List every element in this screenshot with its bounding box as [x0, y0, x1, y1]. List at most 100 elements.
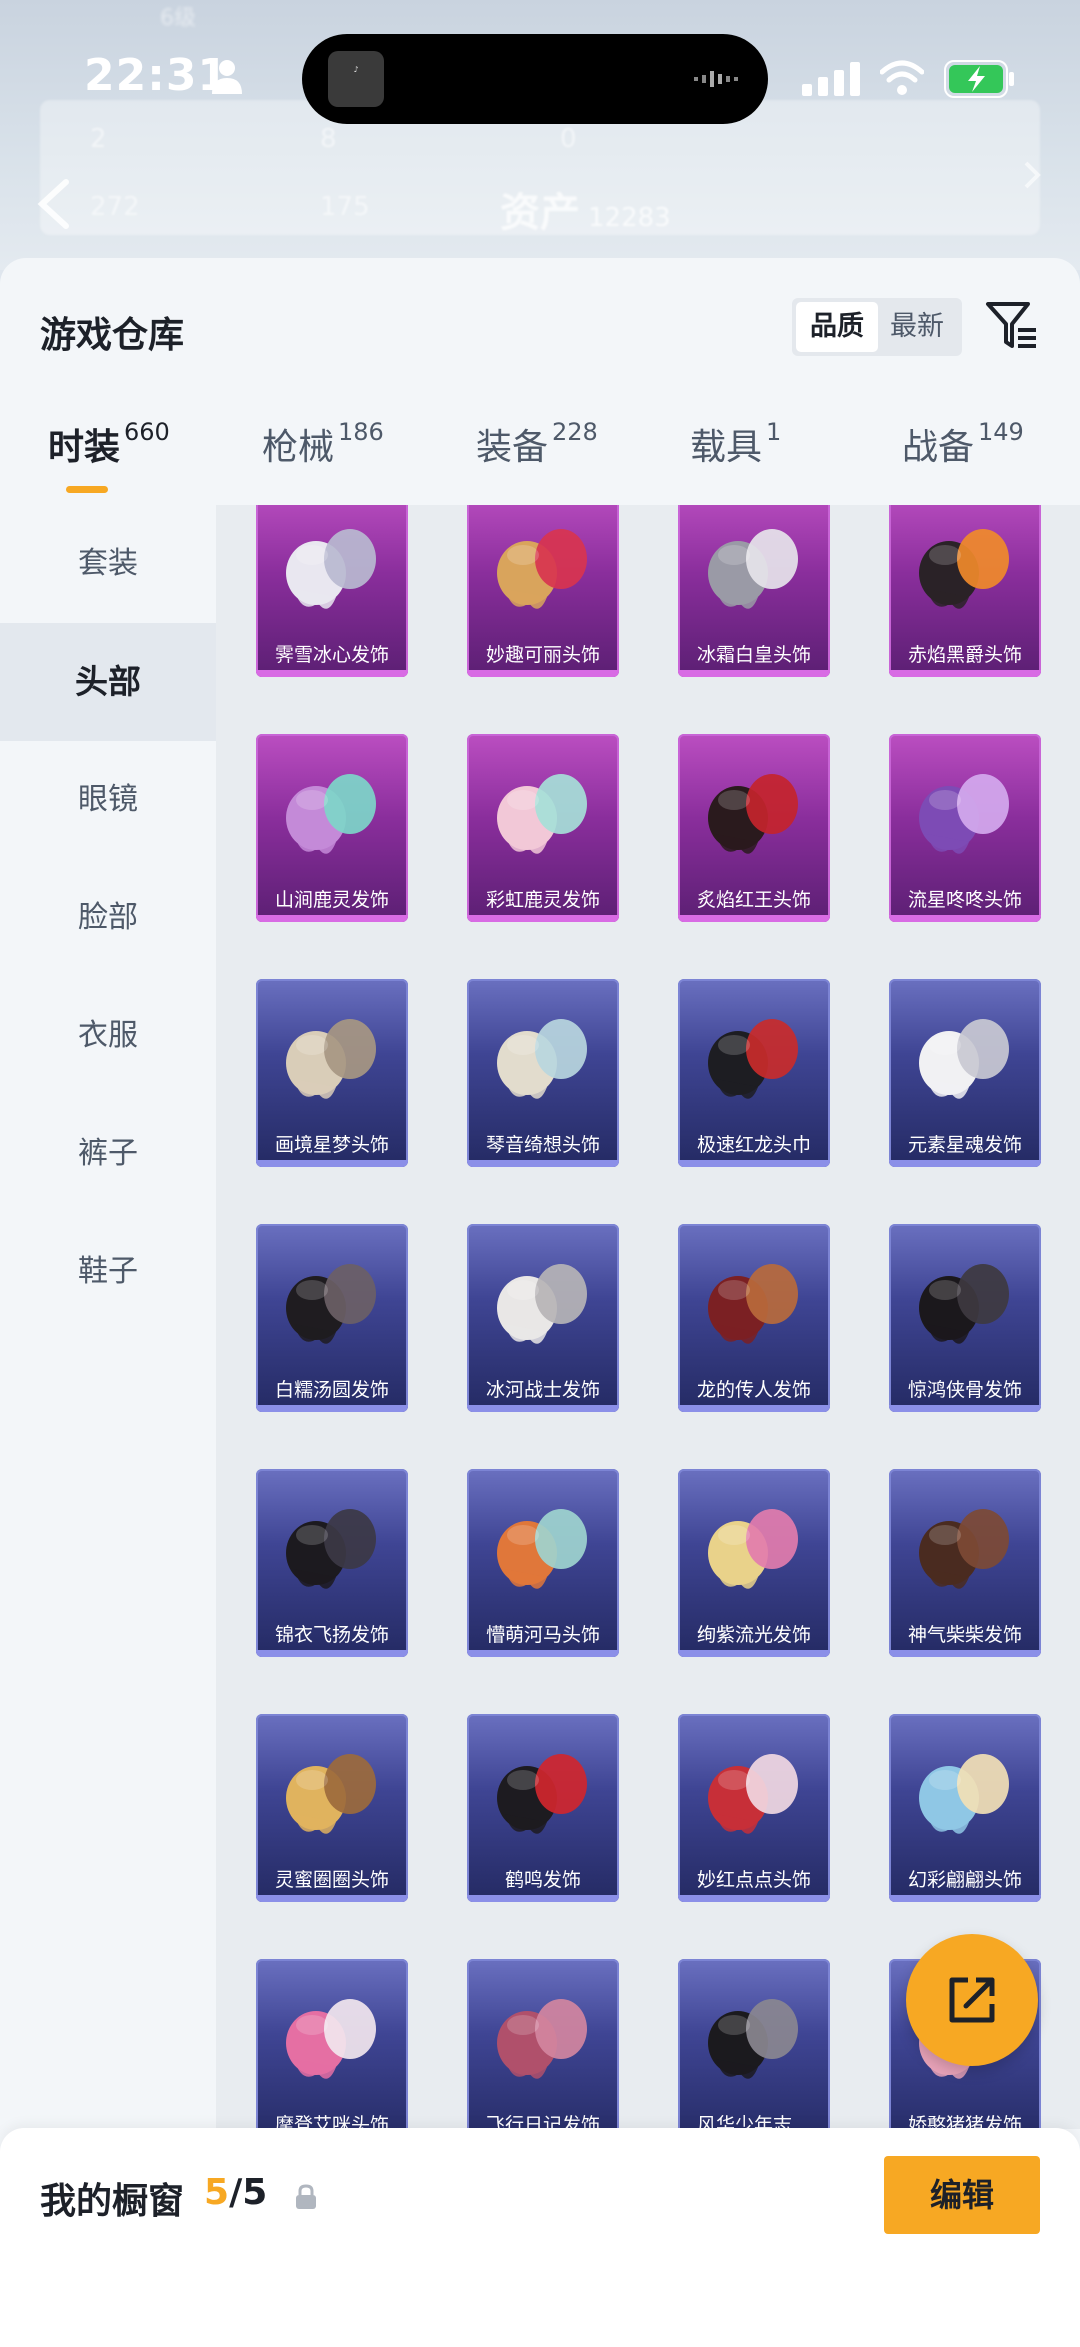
- tab-label: 时装: [48, 427, 121, 468]
- sidebar-item-pants[interactable]: 裤子: [0, 1095, 216, 1213]
- bg-stat: 0: [560, 124, 577, 154]
- item-card[interactable]: 惊鸿侠骨发饰: [889, 1224, 1041, 1412]
- tab-guns[interactable]: 枪械 186: [262, 418, 384, 470]
- bg-stat: 175: [320, 192, 370, 222]
- item-image: [286, 1509, 376, 1589]
- sidebar-item-shoes[interactable]: 鞋子: [0, 1213, 216, 1331]
- sidebar-item-glasses[interactable]: 眼镜: [0, 741, 216, 859]
- item-image: [286, 1999, 376, 2079]
- item-name: 鹤鸣发饰: [504, 1869, 581, 1891]
- sidebar-item-clothes[interactable]: 衣服: [0, 977, 216, 1095]
- rarity-bar: [467, 915, 619, 922]
- item-name: 妙趣可丽头饰: [485, 644, 600, 666]
- item-image: [708, 1019, 798, 1099]
- item-card[interactable]: 懵萌河马头饰: [467, 1469, 619, 1657]
- tab-count: 149: [978, 418, 1024, 446]
- rarity-bar: [889, 915, 1041, 922]
- rarity-bar: [889, 670, 1041, 677]
- rarity-bar: [256, 1650, 408, 1657]
- item-image: [497, 1264, 587, 1344]
- sidebar-item-head[interactable]: 头部: [0, 623, 216, 741]
- item-name: 霁雪冰心发饰: [274, 644, 389, 666]
- item-card[interactable]: 摩登艾咪头饰: [256, 1959, 408, 2129]
- bg-stat: 272: [90, 192, 140, 222]
- asset-value: 12283: [588, 203, 671, 233]
- item-name: 惊鸿侠骨发饰: [907, 1379, 1022, 1401]
- sort-quality-button[interactable]: 品质: [796, 302, 878, 352]
- dynamic-island: ♪: [302, 34, 768, 124]
- battery-icon: [944, 60, 1014, 98]
- tab-label: 载具: [690, 427, 763, 468]
- item-card[interactable]: 锦衣飞扬发饰: [256, 1469, 408, 1657]
- item-card[interactable]: 画境星梦头饰: [256, 979, 408, 1167]
- item-name: 炙焰红王头饰: [696, 889, 811, 911]
- rarity-bar: [678, 915, 830, 922]
- sort-latest-button[interactable]: 最新: [876, 302, 958, 352]
- item-image: [708, 529, 798, 609]
- item-card[interactable]: 妙趣可丽头饰: [467, 505, 619, 677]
- tab-supplies[interactable]: 战备 149: [902, 418, 1024, 470]
- item-image: [919, 1509, 1009, 1589]
- item-image: [286, 529, 376, 609]
- audio-wave-icon: [694, 71, 738, 87]
- item-card[interactable]: 神气柴柴发饰: [889, 1469, 1041, 1657]
- sidebar-item-sets[interactable]: 套装: [0, 505, 216, 623]
- item-name: 琴音绮想头饰: [485, 1134, 600, 1156]
- item-card[interactable]: 赤焰黑爵头饰: [889, 505, 1041, 677]
- item-name: 白糯汤圆发饰: [274, 1379, 389, 1401]
- item-image: [919, 774, 1009, 854]
- item-card[interactable]: 鹤鸣发饰: [467, 1714, 619, 1902]
- item-name: 赤焰黑爵头饰: [907, 644, 1022, 666]
- rarity-bar: [256, 1160, 408, 1167]
- item-image: [286, 1019, 376, 1099]
- item-card[interactable]: 元素星魂发饰: [889, 979, 1041, 1167]
- item-card[interactable]: 龙的传人发饰: [678, 1224, 830, 1412]
- item-card[interactable]: 极速红龙头巾: [678, 979, 830, 1167]
- rarity-bar: [467, 1405, 619, 1412]
- item-card[interactable]: 冰霜白皇头饰: [678, 505, 830, 677]
- tab-fashion[interactable]: 时装 660: [48, 418, 170, 470]
- back-icon[interactable]: [36, 178, 72, 230]
- item-card[interactable]: 妙红点点头饰: [678, 1714, 830, 1902]
- item-name: 流星咚咚头饰: [907, 889, 1022, 911]
- share-button[interactable]: [906, 1934, 1038, 2066]
- item-image: [919, 529, 1009, 609]
- item-card[interactable]: 绚紫流光发饰: [678, 1469, 830, 1657]
- lock-icon: [296, 2184, 316, 2209]
- item-card[interactable]: 冰河战士发饰: [467, 1224, 619, 1412]
- tab-vehicles[interactable]: 载具 1: [690, 418, 781, 470]
- item-card[interactable]: 山涧鹿灵发饰: [256, 734, 408, 922]
- item-card[interactable]: 霁雪冰心发饰: [256, 505, 408, 677]
- item-name: 画境星梦头饰: [274, 1134, 389, 1156]
- item-name: 飞行日记发饰: [485, 2114, 600, 2129]
- item-image: [919, 1019, 1009, 1099]
- item-card[interactable]: 风华少年志…: [678, 1959, 830, 2129]
- asset-total: 资产 12283: [500, 180, 671, 238]
- item-card[interactable]: 白糯汤圆发饰: [256, 1224, 408, 1412]
- item-card[interactable]: 彩虹鹿灵发饰: [467, 734, 619, 922]
- item-card[interactable]: 炙焰红王头饰: [678, 734, 830, 922]
- item-name: 妙红点点头饰: [696, 1869, 811, 1891]
- item-grid: 霁雪冰心发饰 妙趣可丽头饰 冰霜白皇头饰 赤焰黑爵头饰山涧鹿灵发饰 彩虹鹿灵发饰 炙焰红王…: [216, 505, 1080, 2129]
- item-card[interactable]: 流星咚咚头饰: [889, 734, 1041, 922]
- rarity-bar: [889, 1405, 1041, 1412]
- sidebar-item-face[interactable]: 脸部: [0, 859, 216, 977]
- tab-equipment[interactable]: 装备 228: [476, 418, 598, 470]
- filter-icon[interactable]: [984, 298, 1040, 354]
- item-image: [708, 774, 798, 854]
- status-time: 22:31: [84, 50, 230, 101]
- item-card[interactable]: 飞行日记发饰: [467, 1959, 619, 2129]
- item-card[interactable]: 幻彩翩翩头饰: [889, 1714, 1041, 1902]
- item-name: 幻彩翩翩头饰: [907, 1869, 1022, 1891]
- edit-button[interactable]: 编辑: [884, 2156, 1040, 2234]
- item-image: [286, 774, 376, 854]
- item-card[interactable]: 灵蜜圈圈头饰: [256, 1714, 408, 1902]
- showcase-separator: /: [229, 2172, 243, 2213]
- item-image: [708, 1509, 798, 1589]
- tab-count: 1: [766, 418, 782, 446]
- tab-label: 装备: [476, 427, 549, 468]
- bg-stat: 2: [90, 124, 107, 154]
- item-card[interactable]: 琴音绮想头饰: [467, 979, 619, 1167]
- tab-count: 186: [338, 418, 384, 446]
- rarity-bar: [256, 1405, 408, 1412]
